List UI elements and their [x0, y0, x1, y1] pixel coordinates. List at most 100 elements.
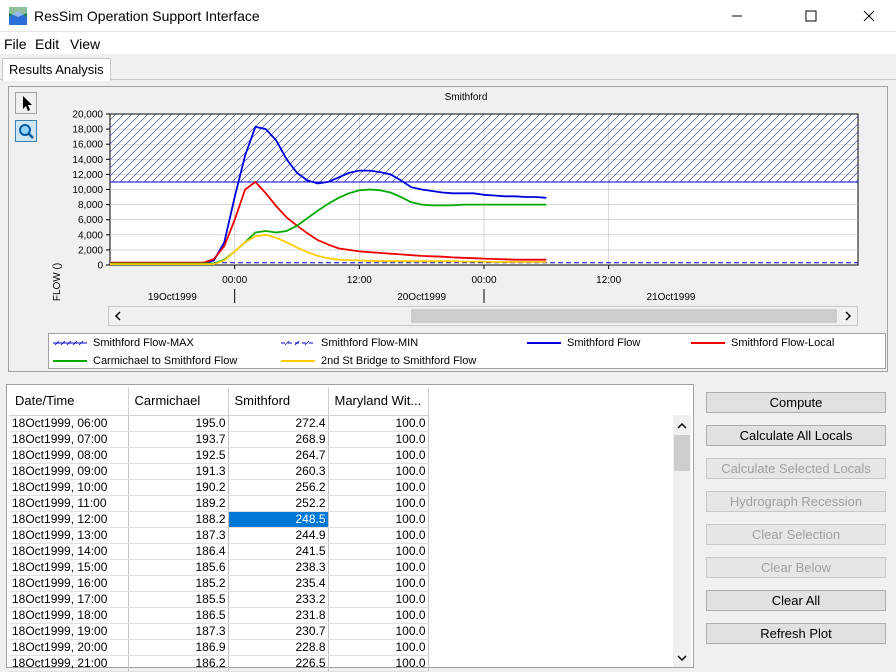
- table-cell[interactable]: 100.0: [328, 511, 429, 528]
- table-cell[interactable]: 100.0: [328, 623, 429, 640]
- table-cell[interactable]: 186.2: [128, 655, 229, 672]
- table-cell[interactable]: 100.0: [328, 463, 429, 480]
- table-cell[interactable]: 244.9: [228, 527, 329, 544]
- table-row[interactable]: 18Oct1999, 21:00 186.2 226.5 100.0: [9, 655, 429, 672]
- table-cell[interactable]: 185.2: [128, 575, 229, 592]
- chevron-up-icon[interactable]: [677, 421, 687, 431]
- table-cell[interactable]: 233.2: [228, 591, 329, 608]
- table-cell[interactable]: 18Oct1999, 08:00: [9, 447, 129, 464]
- table-cell[interactable]: 18Oct1999, 10:00: [9, 479, 129, 496]
- close-button[interactable]: [846, 0, 892, 32]
- table-cell[interactable]: 100.0: [328, 639, 429, 656]
- column-header-smithford[interactable]: Smithford: [228, 387, 329, 416]
- table-cell[interactable]: 195.0: [128, 415, 229, 432]
- maximize-button[interactable]: [788, 0, 834, 32]
- table-row[interactable]: 18Oct1999, 07:00 193.7 268.9 100.0: [9, 431, 429, 448]
- table-row[interactable]: 18Oct1999, 08:00 192.5 264.7 100.0: [9, 447, 429, 464]
- table-cell[interactable]: 18Oct1999, 14:00: [9, 543, 129, 560]
- refresh-plot-button[interactable]: Refresh Plot: [706, 623, 886, 644]
- table-cell[interactable]: 188.2: [128, 511, 229, 528]
- table-cell[interactable]: 190.2: [128, 479, 229, 496]
- chart-horizontal-scrollbar[interactable]: [108, 306, 858, 326]
- table-cell[interactable]: 100.0: [328, 559, 429, 576]
- table-row[interactable]: 18Oct1999, 20:00 186.9 228.8 100.0: [9, 639, 429, 656]
- table-row[interactable]: 18Oct1999, 18:00 186.5 231.8 100.0: [9, 607, 429, 624]
- scrollbar-thumb[interactable]: [674, 435, 690, 471]
- table-cell[interactable]: 18Oct1999, 18:00: [9, 607, 129, 624]
- table-cell[interactable]: 187.3: [128, 623, 229, 640]
- tab-results-analysis[interactable]: Results Analysis: [2, 58, 111, 81]
- table-cell[interactable]: 186.4: [128, 543, 229, 560]
- calculate-all-locals-button[interactable]: Calculate All Locals: [706, 425, 886, 446]
- chevron-right-icon[interactable]: [843, 311, 853, 321]
- table-cell[interactable]: 235.4: [228, 575, 329, 592]
- column-header-carmichael[interactable]: Carmichael: [128, 387, 229, 416]
- calculate-selected-locals-button[interactable]: Calculate Selected Locals: [706, 458, 886, 479]
- table-cell[interactable]: 18Oct1999, 09:00: [9, 463, 129, 480]
- table-cell[interactable]: 238.3: [228, 559, 329, 576]
- table-row[interactable]: 18Oct1999, 11:00 189.2 252.2 100.0: [9, 495, 429, 512]
- table-cell[interactable]: 191.3: [128, 463, 229, 480]
- hydrograph-recession-button[interactable]: Hydrograph Recession: [706, 491, 886, 512]
- table-cell[interactable]: 18Oct1999, 11:00: [9, 495, 129, 512]
- chevron-left-icon[interactable]: [113, 311, 123, 321]
- table-cell[interactable]: 18Oct1999, 19:00: [9, 623, 129, 640]
- clear-below-button[interactable]: Clear Below: [706, 557, 886, 578]
- table-cell[interactable]: 241.5: [228, 543, 329, 560]
- table-cell[interactable]: 228.8: [228, 639, 329, 656]
- compute-button[interactable]: Compute: [706, 392, 886, 413]
- table-cell[interactable]: 100.0: [328, 495, 429, 512]
- table-cell[interactable]: 18Oct1999, 16:00: [9, 575, 129, 592]
- table-cell[interactable]: 186.9: [128, 639, 229, 656]
- table-cell[interactable]: 18Oct1999, 21:00: [9, 655, 129, 672]
- table-cell[interactable]: 18Oct1999, 06:00: [9, 415, 129, 432]
- table-cell[interactable]: 260.3: [228, 463, 329, 480]
- table-cell[interactable]: 100.0: [328, 543, 429, 560]
- table-cell[interactable]: 18Oct1999, 13:00: [9, 527, 129, 544]
- table-row[interactable]: 18Oct1999, 09:00 191.3 260.3 100.0: [9, 463, 429, 480]
- chevron-down-icon[interactable]: [677, 653, 687, 663]
- table-row[interactable]: 18Oct1999, 06:00 195.0 272.4 100.0: [9, 415, 429, 432]
- table-cell[interactable]: 256.2: [228, 479, 329, 496]
- table-row[interactable]: 18Oct1999, 17:00 185.5 233.2 100.0: [9, 591, 429, 608]
- table-row[interactable]: 18Oct1999, 13:00 187.3 244.9 100.0: [9, 527, 429, 544]
- table-cell[interactable]: 100.0: [328, 479, 429, 496]
- table-cell[interactable]: 272.4: [228, 415, 329, 432]
- results-table[interactable]: Date/Time Carmichael Smithford Maryland …: [9, 387, 429, 672]
- table-cell[interactable]: 18Oct1999, 20:00: [9, 639, 129, 656]
- table-cell[interactable]: 193.7: [128, 431, 229, 448]
- table-cell[interactable]: 185.5: [128, 591, 229, 608]
- minimize-button[interactable]: [714, 0, 760, 32]
- column-header-datetime[interactable]: Date/Time: [9, 387, 129, 416]
- menu-file[interactable]: File: [4, 36, 27, 52]
- table-cell[interactable]: 100.0: [328, 575, 429, 592]
- table-cell[interactable]: 185.6: [128, 559, 229, 576]
- table-row[interactable]: 18Oct1999, 10:00 190.2 256.2 100.0: [9, 479, 429, 496]
- table-row[interactable]: 18Oct1999, 12:00 188.2 248.5 100.0: [9, 511, 429, 528]
- table-cell[interactable]: 187.3: [128, 527, 229, 544]
- table-cell[interactable]: 18Oct1999, 12:00: [9, 511, 129, 528]
- column-header-maryland[interactable]: Maryland Wit...: [328, 387, 429, 416]
- table-cell[interactable]: 252.2: [228, 495, 329, 512]
- table-cell[interactable]: 264.7: [228, 447, 329, 464]
- table-cell[interactable]: 230.7: [228, 623, 329, 640]
- table-row[interactable]: 18Oct1999, 16:00 185.2 235.4 100.0: [9, 575, 429, 592]
- table-cell[interactable]: 248.5: [228, 511, 329, 528]
- table-cell[interactable]: 18Oct1999, 17:00: [9, 591, 129, 608]
- table-cell[interactable]: 231.8: [228, 607, 329, 624]
- table-cell[interactable]: 100.0: [328, 447, 429, 464]
- table-cell[interactable]: 100.0: [328, 591, 429, 608]
- table-cell[interactable]: 186.5: [128, 607, 229, 624]
- table-cell[interactable]: 18Oct1999, 07:00: [9, 431, 129, 448]
- clear-selection-button[interactable]: Clear Selection: [706, 524, 886, 545]
- table-cell[interactable]: 100.0: [328, 655, 429, 672]
- table-row[interactable]: 18Oct1999, 19:00 187.3 230.7 100.0: [9, 623, 429, 640]
- table-cell[interactable]: 100.0: [328, 431, 429, 448]
- table-row[interactable]: 18Oct1999, 14:00 186.4 241.5 100.0: [9, 543, 429, 560]
- menu-view[interactable]: View: [70, 36, 100, 52]
- table-cell[interactable]: 192.5: [128, 447, 229, 464]
- table-cell[interactable]: 100.0: [328, 527, 429, 544]
- table-cell[interactable]: 268.9: [228, 431, 329, 448]
- table-cell[interactable]: 100.0: [328, 415, 429, 432]
- scrollbar-thumb[interactable]: [411, 309, 837, 323]
